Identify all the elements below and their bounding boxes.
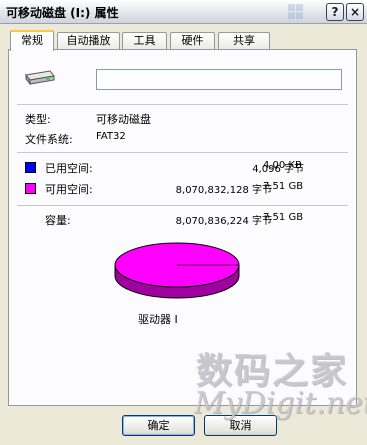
filesystem-value: FAT32 bbox=[96, 131, 126, 142]
used-space-label: 已用空间: bbox=[45, 162, 93, 175]
disk-usage-pie bbox=[114, 242, 240, 299]
volume-name-input[interactable] bbox=[96, 69, 342, 90]
tab-sharing[interactable]: 共享 bbox=[218, 32, 270, 49]
separator bbox=[17, 205, 348, 206]
separator bbox=[17, 152, 348, 153]
tab-hardware[interactable]: 硬件 bbox=[170, 32, 215, 49]
ok-button[interactable]: 确定 bbox=[122, 415, 195, 436]
help-button[interactable]: ? bbox=[326, 3, 344, 21]
free-space-size: 7.51 GB bbox=[263, 181, 304, 192]
title-bar[interactable]: 可移动磁盘 (I:) 属性 ? × bbox=[0, 0, 367, 24]
used-space-swatch bbox=[25, 162, 36, 173]
window-title: 可移动磁盘 (I:) 属性 bbox=[6, 6, 119, 20]
free-space-swatch bbox=[25, 183, 36, 194]
tab-tools[interactable]: 工具 bbox=[122, 32, 167, 49]
drive-label: 驱动器 I bbox=[138, 313, 178, 326]
free-space-label: 可用空间: bbox=[45, 183, 93, 196]
removable-drive-icon bbox=[25, 70, 55, 86]
windows-flag-icon bbox=[288, 4, 303, 19]
capacity-bytes: 8,070,836,224 字节 bbox=[175, 216, 272, 227]
filesystem-label: 文件系统: bbox=[25, 133, 73, 146]
cancel-button[interactable]: 取消 bbox=[204, 415, 277, 436]
close-button[interactable]: × bbox=[346, 3, 364, 21]
capacity-label: 容量: bbox=[45, 214, 71, 227]
tab-autoplay[interactable]: 自动播放 bbox=[57, 32, 120, 49]
capacity-size: 7.51 GB bbox=[263, 212, 304, 223]
type-value: 可移动磁盘 bbox=[96, 113, 151, 126]
type-label: 类型: bbox=[25, 113, 51, 126]
separator bbox=[17, 104, 348, 105]
tab-general[interactable]: 常规 bbox=[10, 30, 54, 51]
free-space-bytes: 8,070,832,128 字节 bbox=[175, 185, 272, 196]
used-space-size: 4.00 KB bbox=[263, 160, 302, 171]
